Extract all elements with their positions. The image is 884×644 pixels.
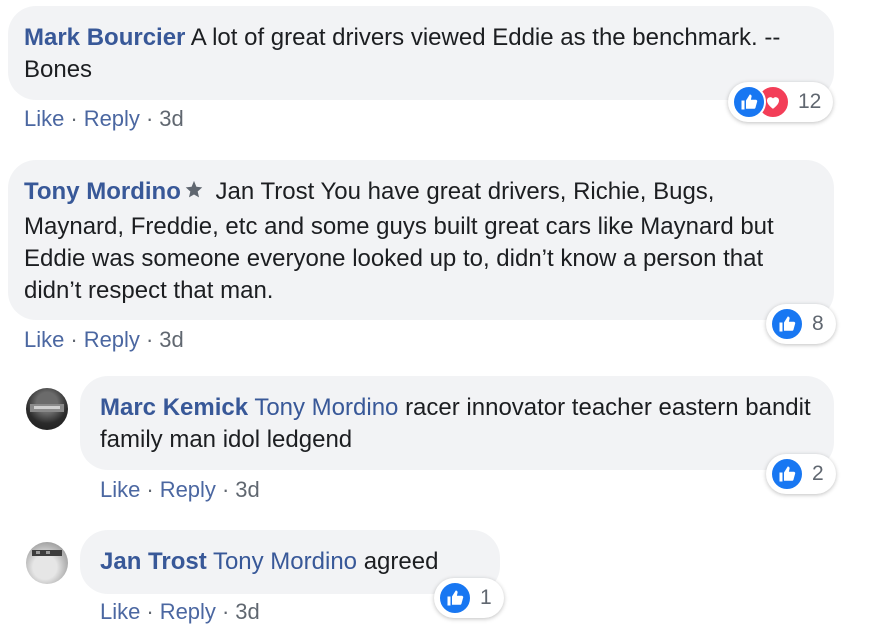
like-button[interactable]: Like <box>100 599 140 624</box>
mention-link[interactable]: Tony Mordino <box>213 548 357 575</box>
timestamp[interactable]: 3d <box>235 477 259 502</box>
reply-button[interactable]: Reply <box>84 327 140 352</box>
reaction-count: 8 <box>812 312 824 335</box>
comment-bubble: Mark Bourcier A lot of great drivers vie… <box>8 6 834 100</box>
like-button[interactable]: Like <box>24 327 64 352</box>
like-button[interactable]: Like <box>100 477 140 502</box>
reaction-summary[interactable]: 12 <box>728 82 834 122</box>
comment-author[interactable]: Jan Trost <box>100 548 207 575</box>
timestamp[interactable]: 3d <box>159 327 183 352</box>
comment-actions: Like · Reply · 3d <box>100 599 260 625</box>
comment-text: agreed <box>363 548 439 575</box>
reply-button[interactable]: Reply <box>160 477 216 502</box>
separator: · <box>145 327 154 352</box>
separator: · <box>70 327 78 352</box>
like-icon <box>732 85 766 119</box>
avatar[interactable] <box>26 388 68 430</box>
separator: · <box>146 599 154 624</box>
comment-author[interactable]: Marc Kemick <box>100 394 248 421</box>
separator: · <box>70 106 78 131</box>
like-icon <box>770 307 804 341</box>
top-fan-icon <box>183 179 205 211</box>
comment-actions: Like · Reply · 3d <box>24 106 184 132</box>
reaction-summary[interactable]: 2 <box>766 454 836 494</box>
like-button[interactable]: Like <box>24 106 64 131</box>
comment-bubble: Jan Trost Tony Mordino agreed <box>80 530 500 594</box>
like-icon <box>770 457 804 491</box>
comment-actions: Like · Reply · 3d <box>24 327 184 353</box>
reaction-count: 2 <box>812 462 824 485</box>
separator: · <box>221 477 230 502</box>
timestamp[interactable]: 3d <box>235 599 259 624</box>
reply-button[interactable]: Reply <box>160 599 216 624</box>
separator: · <box>146 477 154 502</box>
comment-bubble: Tony Mordino Jan Trost You have great dr… <box>8 160 834 320</box>
separator: · <box>221 599 230 624</box>
timestamp[interactable]: 3d <box>159 106 183 131</box>
reaction-count: 1 <box>480 586 492 609</box>
reaction-count: 12 <box>798 90 822 113</box>
comment-bubble: Marc Kemick Tony Mordino racer innovator… <box>80 376 834 470</box>
comment-author[interactable]: Tony Mordino <box>24 178 181 205</box>
separator: · <box>145 106 154 131</box>
comment-author[interactable]: Mark Bourcier <box>24 24 185 51</box>
mention-link[interactable]: Tony Mordino <box>254 394 398 421</box>
avatar[interactable] <box>26 542 68 584</box>
comment-actions: Like · Reply · 3d <box>100 477 260 503</box>
reply-button[interactable]: Reply <box>84 106 140 131</box>
reaction-summary[interactable]: 1 <box>434 578 504 618</box>
like-icon <box>438 581 472 615</box>
reaction-summary[interactable]: 8 <box>766 304 836 344</box>
